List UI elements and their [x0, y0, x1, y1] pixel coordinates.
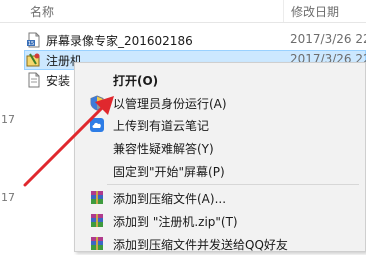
menu-item-label: 打开(O)	[113, 74, 159, 88]
file-icon	[26, 72, 42, 88]
svg-text:15: 15	[28, 41, 34, 47]
file-icon: 15	[26, 32, 42, 48]
partial-date-text: 17	[1, 191, 15, 204]
cloud-note-icon	[89, 117, 105, 133]
column-divider[interactable]	[283, 0, 284, 22]
menu-item-label: 添加到压缩文件并发送给QQ好友	[113, 238, 288, 252]
archive-icon	[89, 190, 105, 206]
menu-item-compatibility[interactable]: 兼容性疑难解答(Y)	[75, 137, 365, 159]
menu-separator	[107, 184, 359, 185]
context-menu: 打开(O) 以管理员身份运行(A) 上传到有道云笔记 兼容性疑难解答(Y) 固定…	[74, 62, 366, 252]
file-name: 屏幕录像专家_201602186	[46, 34, 193, 48]
menu-item-add-to-zip[interactable]: 添加到 "注册机.zip"(T)	[75, 210, 365, 232]
file-date: 2017/3/26 22:	[290, 32, 366, 46]
menu-item-label: 添加到压缩文件(A)...	[113, 192, 227, 206]
menu-item-label: 添加到 "注册机.zip"(T)	[113, 215, 238, 229]
menu-item-upload-youdao[interactable]: 上传到有道云笔记	[75, 114, 365, 136]
partial-date-text: 17	[1, 113, 15, 126]
shield-icon	[89, 95, 105, 111]
menu-item-run-as-admin[interactable]: 以管理员身份运行(A)	[75, 92, 365, 114]
menu-item-label: 固定到"开始"屏幕(P)	[113, 165, 225, 179]
menu-item-open[interactable]: 打开(O)	[75, 69, 365, 91]
menu-item-label: 以管理员身份运行(A)	[113, 97, 227, 111]
column-modified[interactable]: 修改日期	[291, 3, 339, 20]
file-row[interactable]: 15 屏幕录像专家_201602186 2017/3/26 22:	[0, 30, 366, 50]
menu-item-add-to-archive[interactable]: 添加到压缩文件(A)...	[75, 187, 365, 209]
file-name: 安装	[46, 74, 71, 88]
menu-item-label: 兼容性疑难解答(Y)	[113, 142, 214, 156]
menu-item-label: 上传到有道云笔记	[113, 119, 210, 133]
archive-icon	[89, 213, 105, 229]
keygen-icon	[26, 52, 42, 68]
menu-item-archive-send-qq[interactable]: 添加到压缩文件并发送给QQ好友	[75, 233, 365, 255]
menu-item-pin-start[interactable]: 固定到"开始"屏幕(P)	[75, 160, 365, 182]
file-list-header: 名称 修改日期	[0, 0, 366, 23]
column-name[interactable]: 名称	[30, 3, 54, 20]
